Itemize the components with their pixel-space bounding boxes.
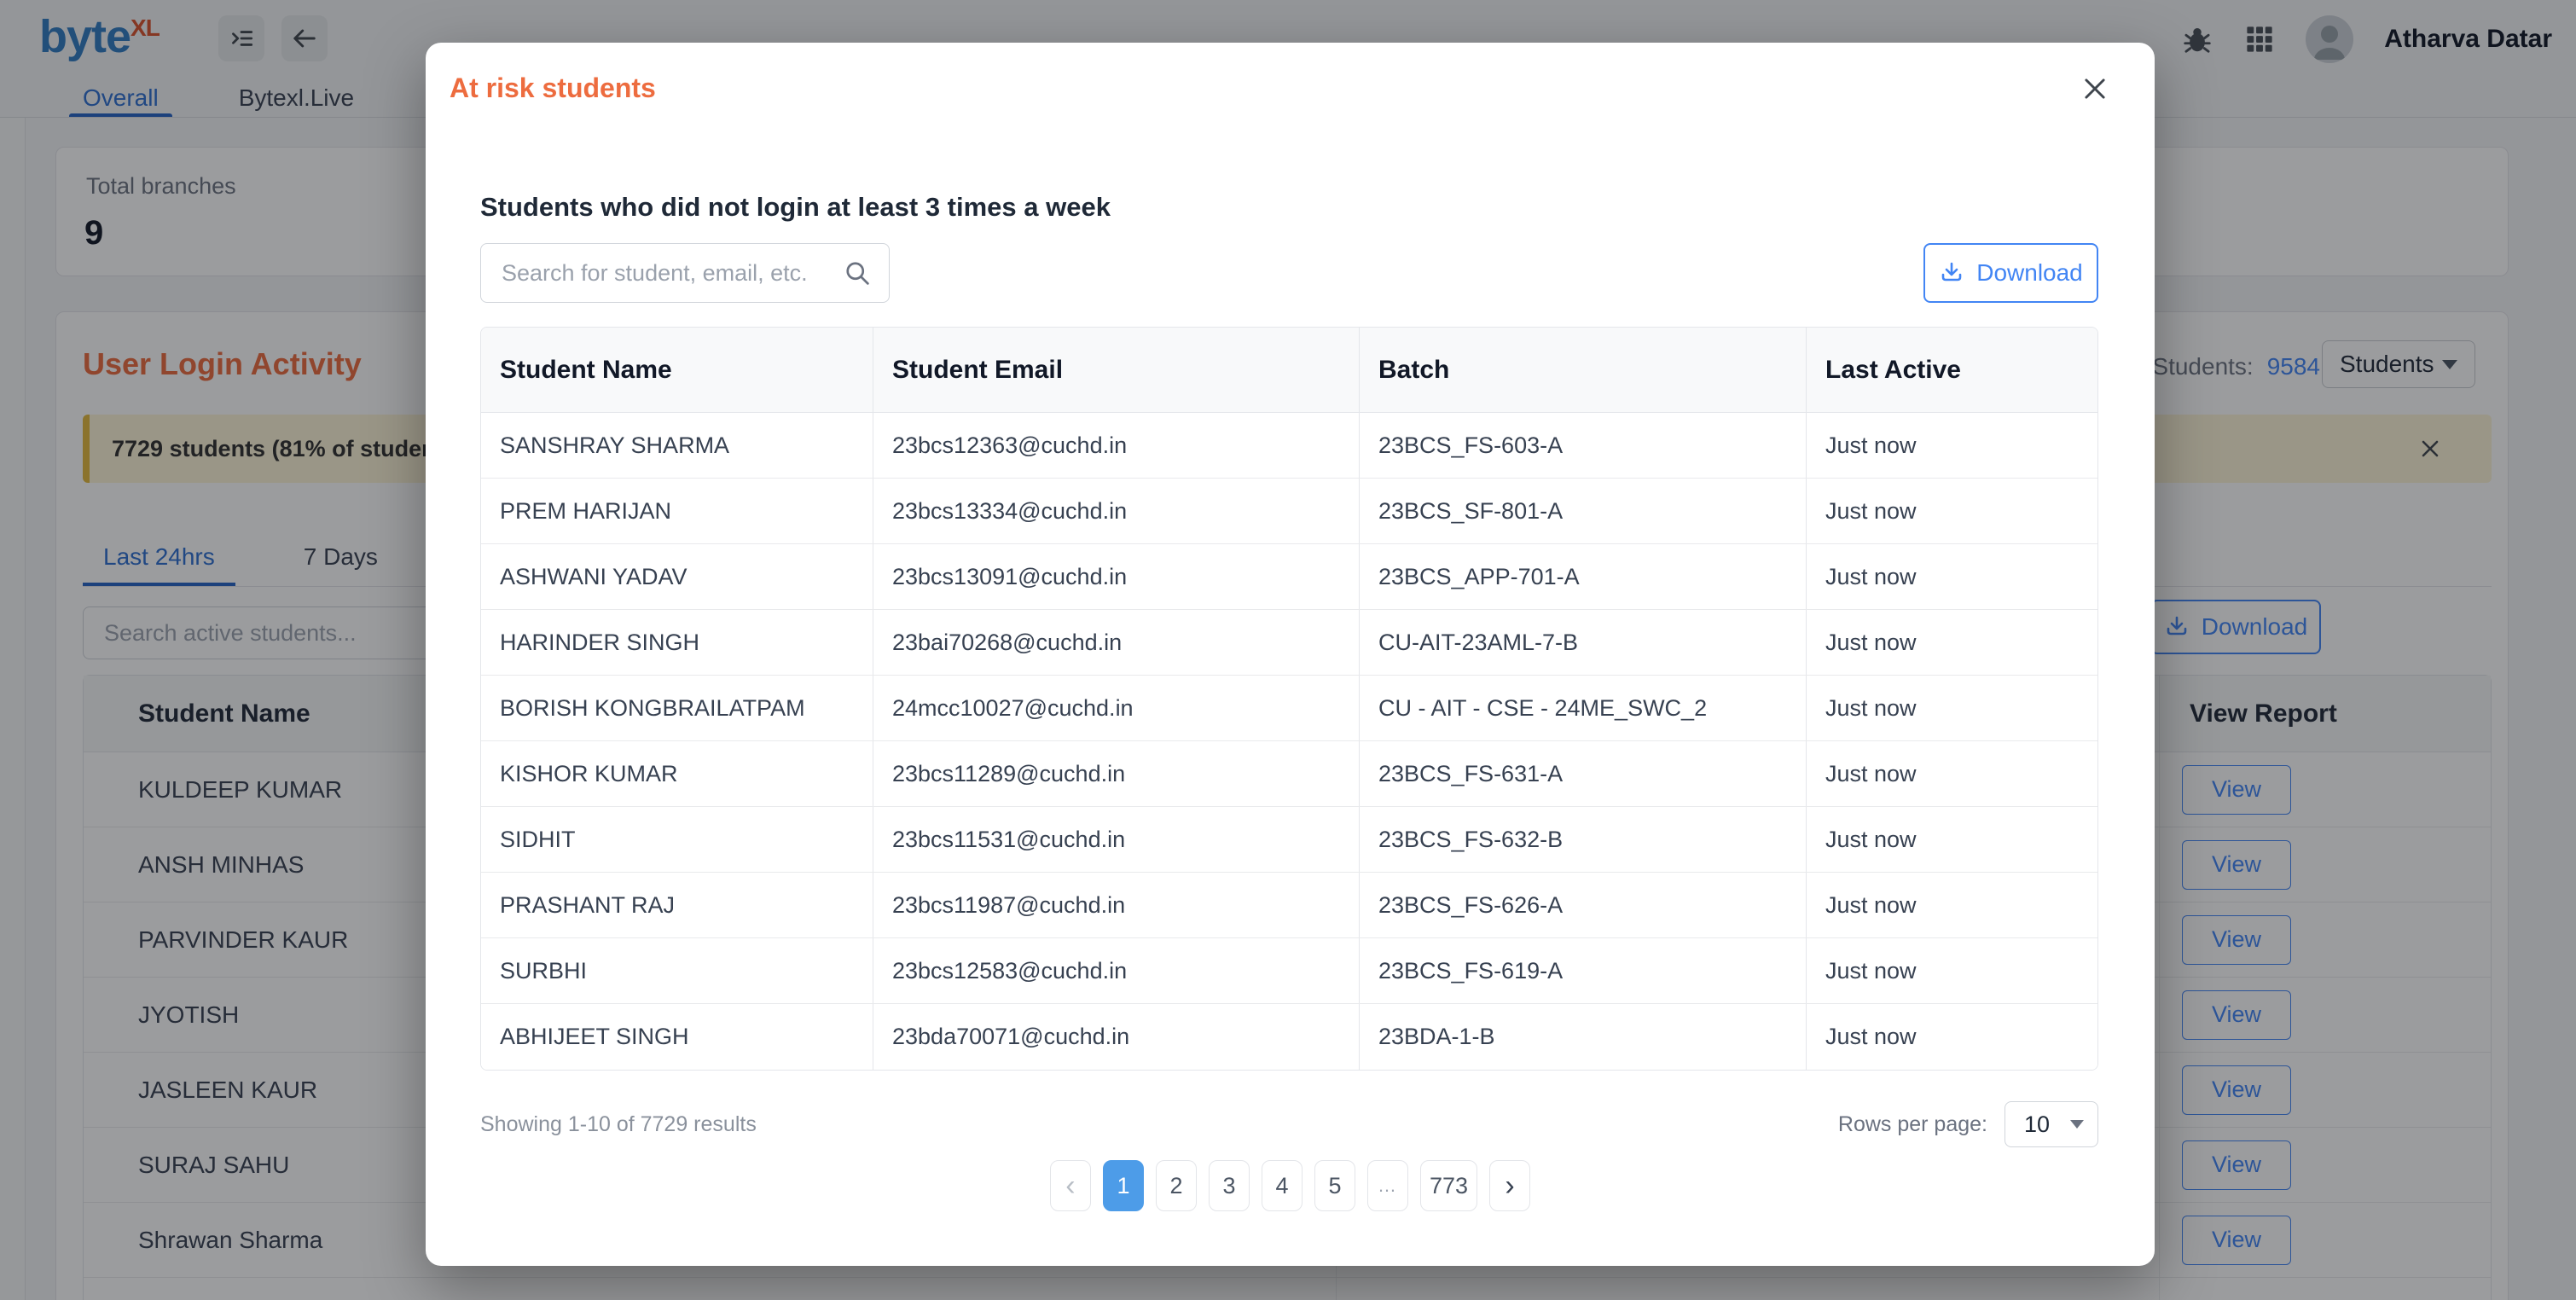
cell-name: PREM HARIJAN	[481, 479, 873, 543]
page-button-5[interactable]: 5	[1314, 1160, 1355, 1211]
cell-email: 23bda70071@cuchd.in	[873, 1004, 1360, 1070]
table-row: BORISH KONGBRAILATPAM24mcc10027@cuchd.in…	[481, 676, 2097, 741]
table-row: SANSHRAY SHARMA23bcs12363@cuchd.in23BCS_…	[481, 413, 2097, 479]
modal-title: At risk students	[450, 73, 656, 104]
app-root: byteXL Atharva Datar Overall Bytexl.Live…	[0, 0, 2576, 1300]
cell-email: 23bcs11987@cuchd.in	[873, 873, 1360, 937]
cell-email: 23bcs13334@cuchd.in	[873, 479, 1360, 543]
close-icon	[2080, 73, 2110, 104]
cell-last-active: Just now	[1807, 741, 2098, 806]
cell-name: PRASHANT RAJ	[481, 873, 873, 937]
at-risk-table: Student Name Student Email Batch Last Ac…	[480, 327, 2098, 1071]
modal-search	[480, 243, 890, 303]
cell-batch: CU-AIT-23AML-7-B	[1360, 610, 1807, 675]
cell-last-active: Just now	[1807, 938, 2098, 1003]
cell-last-active: Just now	[1807, 676, 2098, 740]
page-button-2[interactable]: 2	[1156, 1160, 1197, 1211]
cell-name: SURBHI	[481, 938, 873, 1003]
cell-email: 23bcs11289@cuchd.in	[873, 741, 1360, 806]
modal-subtitle: Students who did not login at least 3 ti…	[480, 192, 1111, 223]
results-count: Showing 1-10 of 7729 results	[480, 1112, 757, 1137]
chevron-down-icon	[2070, 1120, 2084, 1129]
table-row: PRASHANT RAJ23bcs11987@cuchd.in23BCS_FS-…	[481, 873, 2097, 938]
pagination: ‹ 1 2 3 4 5 … 773 ›	[426, 1160, 2155, 1211]
cell-batch: 23BCS_FS-619-A	[1360, 938, 1807, 1003]
cell-email: 23bcs13091@cuchd.in	[873, 544, 1360, 609]
page-button-1[interactable]: 1	[1103, 1160, 1144, 1211]
cell-name: BORISH KONGBRAILATPAM	[481, 676, 873, 740]
page-ellipsis[interactable]: …	[1367, 1160, 1408, 1211]
cell-last-active: Just now	[1807, 873, 2098, 937]
cell-email: 23bcs11531@cuchd.in	[873, 807, 1360, 872]
cell-email: 23bcs12363@cuchd.in	[873, 413, 1360, 478]
cell-name: HARINDER SINGH	[481, 610, 873, 675]
at-risk-table-header: Student Name Student Email Batch Last Ac…	[481, 328, 2097, 413]
modal-download-button[interactable]: Download	[1923, 243, 2098, 303]
cell-last-active: Just now	[1807, 1004, 2098, 1070]
cell-email: 24mcc10027@cuchd.in	[873, 676, 1360, 740]
at-risk-students-modal: At risk students Students who did not lo…	[426, 43, 2155, 1266]
rows-per-page-value: 10	[2024, 1111, 2050, 1138]
cell-last-active: Just now	[1807, 610, 2098, 675]
download-icon	[1939, 260, 1964, 286]
page-button-4[interactable]: 4	[1262, 1160, 1303, 1211]
table-row: ABHIJEET SINGH23bda70071@cuchd.in23BDA-1…	[481, 1004, 2097, 1070]
table-row: ASHWANI YADAV23bcs13091@cuchd.in23BCS_AP…	[481, 544, 2097, 610]
modal-close-button[interactable]	[2076, 70, 2114, 107]
page-button-3[interactable]: 3	[1209, 1160, 1250, 1211]
table-row: SIDHIT23bcs11531@cuchd.in23BCS_FS-632-BJ…	[481, 807, 2097, 873]
cell-batch: 23BDA-1-B	[1360, 1004, 1807, 1070]
cell-last-active: Just now	[1807, 807, 2098, 872]
cell-name: SIDHIT	[481, 807, 873, 872]
modal-search-input[interactable]	[480, 243, 890, 303]
cell-batch: 23BCS_FS-632-B	[1360, 807, 1807, 872]
cell-email: 23bcs12583@cuchd.in	[873, 938, 1360, 1003]
prev-page-button[interactable]: ‹	[1050, 1160, 1091, 1211]
cell-email: 23bai70268@cuchd.in	[873, 610, 1360, 675]
cell-name: ASHWANI YADAV	[481, 544, 873, 609]
cell-batch: 23BCS_APP-701-A	[1360, 544, 1807, 609]
modal-download-label: Download	[1976, 259, 2083, 287]
table-row: KISHOR KUMAR23bcs11289@cuchd.in23BCS_FS-…	[481, 741, 2097, 807]
cell-batch: 23BCS_SF-801-A	[1360, 479, 1807, 543]
table-row: PREM HARIJAN23bcs13334@cuchd.in23BCS_SF-…	[481, 479, 2097, 544]
search-icon	[842, 258, 873, 288]
col-batch: Batch	[1360, 328, 1807, 412]
col-student-email: Student Email	[873, 328, 1360, 412]
col-student-name: Student Name	[481, 328, 873, 412]
cell-last-active: Just now	[1807, 479, 2098, 543]
next-page-button[interactable]: ›	[1489, 1160, 1530, 1211]
cell-name: SANSHRAY SHARMA	[481, 413, 873, 478]
rows-per-page: Rows per page: 10	[1838, 1101, 2098, 1147]
rows-per-page-select[interactable]: 10	[2005, 1101, 2098, 1147]
cell-last-active: Just now	[1807, 544, 2098, 609]
page-button-773[interactable]: 773	[1420, 1160, 1477, 1211]
table-row: SURBHI23bcs12583@cuchd.in23BCS_FS-619-AJ…	[481, 938, 2097, 1004]
rows-per-page-label: Rows per page:	[1838, 1112, 1987, 1137]
cell-batch: 23BCS_FS-626-A	[1360, 873, 1807, 937]
cell-name: ABHIJEET SINGH	[481, 1004, 873, 1070]
col-last-active: Last Active	[1807, 328, 2098, 412]
table-row: HARINDER SINGH23bai70268@cuchd.inCU-AIT-…	[481, 610, 2097, 676]
cell-last-active: Just now	[1807, 413, 2098, 478]
cell-batch: 23BCS_FS-603-A	[1360, 413, 1807, 478]
cell-batch: CU - AIT - CSE - 24ME_SWC_2	[1360, 676, 1807, 740]
cell-batch: 23BCS_FS-631-A	[1360, 741, 1807, 806]
cell-name: KISHOR KUMAR	[481, 741, 873, 806]
table-footer: Showing 1-10 of 7729 results Rows per pa…	[480, 1099, 2098, 1150]
